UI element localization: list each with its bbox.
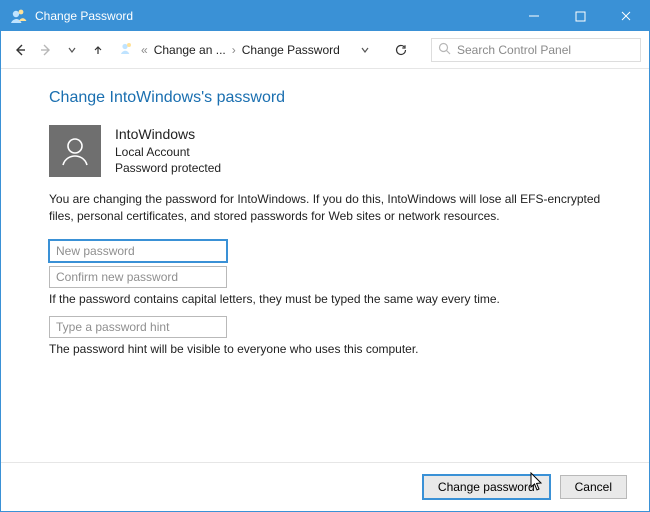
breadcrumb-seg-1[interactable]: Change an ... bbox=[154, 43, 226, 57]
account-name: IntoWindows bbox=[115, 125, 221, 144]
back-button[interactable] bbox=[9, 39, 31, 61]
up-button[interactable] bbox=[87, 39, 109, 61]
forward-button[interactable] bbox=[35, 39, 57, 61]
window: Change Password « Change bbox=[0, 0, 650, 512]
breadcrumb[interactable]: « Change an ... › Change Password bbox=[119, 40, 340, 59]
account-block: IntoWindows Local Account Password prote… bbox=[49, 125, 617, 177]
search-placeholder: Search Control Panel bbox=[457, 43, 571, 57]
titlebar: Change Password bbox=[1, 1, 649, 31]
search-icon bbox=[438, 42, 451, 58]
account-status: Password protected bbox=[115, 160, 221, 176]
content-pane: Change IntoWindows's password IntoWindow… bbox=[1, 69, 649, 462]
warning-text: You are changing the password for IntoWi… bbox=[49, 191, 609, 226]
search-input[interactable]: Search Control Panel bbox=[431, 38, 641, 62]
new-password-field[interactable] bbox=[49, 240, 227, 262]
change-password-button[interactable]: Change password bbox=[423, 475, 550, 499]
breadcrumb-sep: « bbox=[141, 43, 148, 57]
action-row: Change password Cancel bbox=[1, 462, 649, 511]
recent-locations-dropdown[interactable] bbox=[61, 39, 83, 61]
breadcrumb-seg-2[interactable]: Change Password bbox=[242, 43, 340, 57]
cancel-button[interactable]: Cancel bbox=[560, 475, 627, 499]
chevron-right-icon: › bbox=[232, 43, 236, 57]
user-accounts-icon bbox=[119, 40, 135, 59]
minimize-button[interactable] bbox=[511, 1, 557, 31]
password-hint-field[interactable] bbox=[49, 316, 227, 338]
user-accounts-icon bbox=[9, 6, 29, 26]
account-type: Local Account bbox=[115, 144, 221, 160]
navigation-bar: « Change an ... › Change Password Search… bbox=[1, 31, 649, 69]
caps-helper-text: If the password contains capital letters… bbox=[49, 292, 617, 306]
confirm-password-field[interactable] bbox=[49, 266, 227, 288]
window-title: Change Password bbox=[35, 9, 133, 23]
page-title: Change IntoWindows's password bbox=[49, 89, 617, 107]
avatar bbox=[49, 125, 101, 177]
address-dropdown[interactable] bbox=[354, 39, 376, 61]
maximize-button[interactable] bbox=[557, 1, 603, 31]
close-button[interactable] bbox=[603, 1, 649, 31]
hint-helper-text: The password hint will be visible to eve… bbox=[49, 342, 617, 356]
refresh-button[interactable] bbox=[390, 39, 412, 61]
